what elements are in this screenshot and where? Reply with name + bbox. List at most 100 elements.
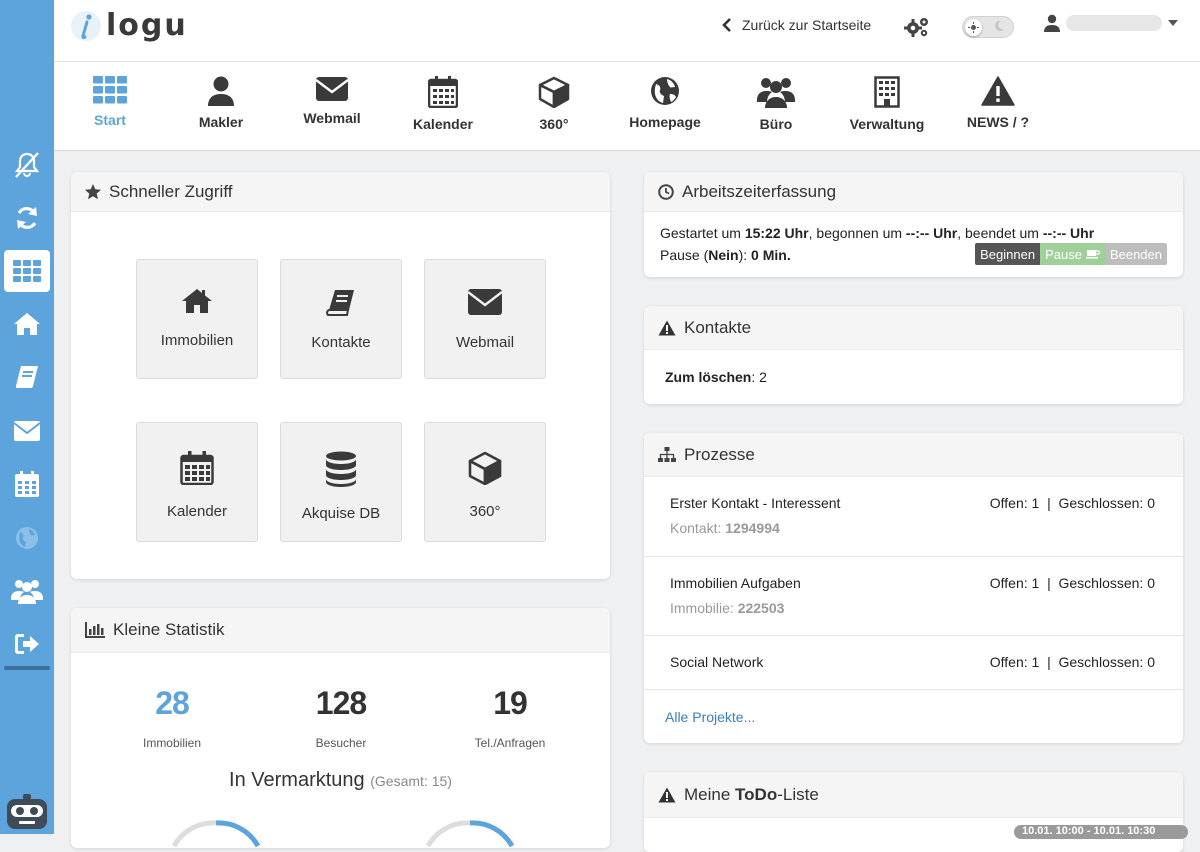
calendar-icon xyxy=(180,451,214,485)
all-projects-link[interactable]: Alle Projekte... xyxy=(665,709,755,725)
contacts-delete-count[interactable]: Zum löschen: 2 xyxy=(665,369,767,385)
sidebar-home[interactable] xyxy=(0,302,54,346)
sidebar-calendar[interactable] xyxy=(0,462,54,506)
warning-icon xyxy=(981,76,1015,106)
logo-i-icon xyxy=(71,10,101,41)
nav-buero-label: Büro xyxy=(759,116,793,132)
pause-button-label: Pause xyxy=(1045,246,1082,262)
refresh-icon xyxy=(17,207,37,229)
globe-icon xyxy=(16,527,38,549)
stat-anfragen: 19 Tel./Anfragen xyxy=(425,685,595,750)
sidebar-homepage[interactable] xyxy=(0,516,54,560)
sidebar-divider xyxy=(4,666,50,670)
pause-duration: 0 Min. xyxy=(751,247,791,263)
users-icon xyxy=(757,78,795,108)
todo-header: Meine ToDo-Liste xyxy=(644,772,1183,818)
stat-anfragen-value: 19 xyxy=(493,685,528,721)
tile-360[interactable]: 360° xyxy=(424,422,546,542)
tile-kontakte[interactable]: Kontakte xyxy=(280,259,402,379)
tile-akquise-db-label: Akquise DB xyxy=(301,505,381,522)
begin-time: --:-- Uhr xyxy=(905,225,958,241)
sun-icon xyxy=(968,22,979,33)
nav-makler[interactable]: Makler xyxy=(165,62,277,150)
stat-anfragen-label: Tel./Anfragen xyxy=(474,736,546,750)
envelope-icon xyxy=(315,77,349,101)
start-time: 15:22 Uhr xyxy=(744,225,809,241)
end-time: --:-- Uhr xyxy=(1042,225,1095,241)
tile-kalender[interactable]: Kalender xyxy=(136,422,258,542)
database-icon xyxy=(326,451,356,487)
begin-button[interactable]: Beginnen xyxy=(975,243,1041,265)
grid-icon xyxy=(93,76,127,104)
sidebar-bot[interactable] xyxy=(0,792,54,834)
globe-icon xyxy=(651,77,679,105)
process-counts: Offen: 1 | Geschlossen: 0 xyxy=(989,575,1155,591)
nav-webmail-label: Webmail xyxy=(303,110,361,126)
process-row[interactable]: Immobilien Aufgaben Immobilie: 222503 Of… xyxy=(644,557,1183,636)
nav-homepage[interactable]: Homepage xyxy=(609,62,721,150)
tile-akquise-db[interactable]: Akquise DB xyxy=(280,422,402,542)
cube-icon xyxy=(468,451,502,485)
sidebar-office[interactable] xyxy=(0,569,54,613)
nav-news-label: NEWS / ? xyxy=(966,114,1030,130)
theme-toggle[interactable] xyxy=(962,16,1014,38)
warning-icon xyxy=(658,320,676,335)
nav-kalender-label: Kalender xyxy=(413,116,473,132)
process-name: Erster Kontakt - Interessent xyxy=(670,495,841,511)
time-tracking-title: Arbeitszeiterfassung xyxy=(682,181,837,201)
processes-title: Prozesse xyxy=(684,444,755,464)
nav-news[interactable]: NEWS / ? xyxy=(942,62,1054,150)
end-button[interactable]: Beenden xyxy=(1104,243,1167,265)
clock-icon xyxy=(658,183,674,200)
sidebar-refresh[interactable] xyxy=(0,196,54,240)
sidebar-start[interactable] xyxy=(0,249,54,293)
sidebar-logout[interactable] xyxy=(0,622,54,666)
sidebar-contacts[interactable] xyxy=(0,355,54,399)
calendar-icon xyxy=(15,471,39,497)
envelope-icon xyxy=(13,421,41,441)
gears-icon xyxy=(904,18,928,37)
settings-button[interactable] xyxy=(904,16,930,38)
user-icon xyxy=(208,76,234,106)
tile-webmail[interactable]: Webmail xyxy=(424,259,546,379)
stats-title: Kleine Statistik xyxy=(113,620,225,639)
theme-toggle-knob xyxy=(965,19,982,36)
nav-verwaltung[interactable]: Verwaltung xyxy=(831,62,943,150)
time-tracking-panel: Arbeitszeiterfassung Gestartet um 15:22 … xyxy=(644,172,1183,277)
process-row[interactable]: Social Network Offen: 1 | Geschlossen: 0 xyxy=(644,636,1183,690)
sign-out-icon xyxy=(15,634,39,654)
process-meta: Kontakt: 1294994 xyxy=(670,520,780,536)
nav-360[interactable]: 360° xyxy=(498,62,610,150)
logo[interactable]: logu xyxy=(70,8,188,43)
vermarktung-heading: In Vermarktung (Gesamt: 15) xyxy=(71,769,610,792)
sidebar-notifications[interactable] xyxy=(0,143,54,187)
nav-kalender[interactable]: Kalender xyxy=(387,62,499,150)
caret-down-icon xyxy=(1168,20,1178,26)
nav-verwaltung-label: Verwaltung xyxy=(849,116,925,132)
pause-state: Nein xyxy=(708,247,739,263)
stat-besucher-value: 128 xyxy=(315,685,367,721)
warning-icon xyxy=(658,787,676,802)
tile-kalender-label: Kalender xyxy=(166,503,228,520)
pause-button[interactable]: Pause xyxy=(1040,243,1105,265)
stat-immobilien[interactable]: 28 Immobilien xyxy=(87,685,257,750)
back-to-start-link[interactable]: Zurück zur Startseite xyxy=(722,17,871,33)
tile-immobilien[interactable]: Immobilien xyxy=(136,259,258,379)
process-meta: Immobilie: 222503 xyxy=(670,600,785,616)
nav-buero[interactable]: Büro xyxy=(720,62,832,150)
nav-start[interactable]: Start xyxy=(54,62,166,150)
stat-besucher-label: Besucher xyxy=(315,736,367,750)
processes-panel: Prozesse Erster Kontakt - Interessent Ko… xyxy=(644,433,1183,743)
gauge-left xyxy=(171,820,261,848)
nav-webmail[interactable]: Webmail xyxy=(276,62,388,150)
user-menu[interactable] xyxy=(1044,14,1178,32)
process-row[interactable]: Erster Kontakt - Interessent Kontakt: 12… xyxy=(644,477,1183,557)
sidebar-webmail[interactable] xyxy=(0,409,54,453)
quick-access-panel: Schneller Zugriff Immobilien Kontakte We… xyxy=(71,172,610,579)
home-icon xyxy=(14,313,40,335)
user-icon xyxy=(1044,14,1060,32)
nav-homepage-label: Homepage xyxy=(629,114,701,130)
star-icon xyxy=(85,183,101,199)
stat-immobilien-value: 28 xyxy=(155,685,190,721)
tile-webmail-label: Webmail xyxy=(455,334,515,351)
